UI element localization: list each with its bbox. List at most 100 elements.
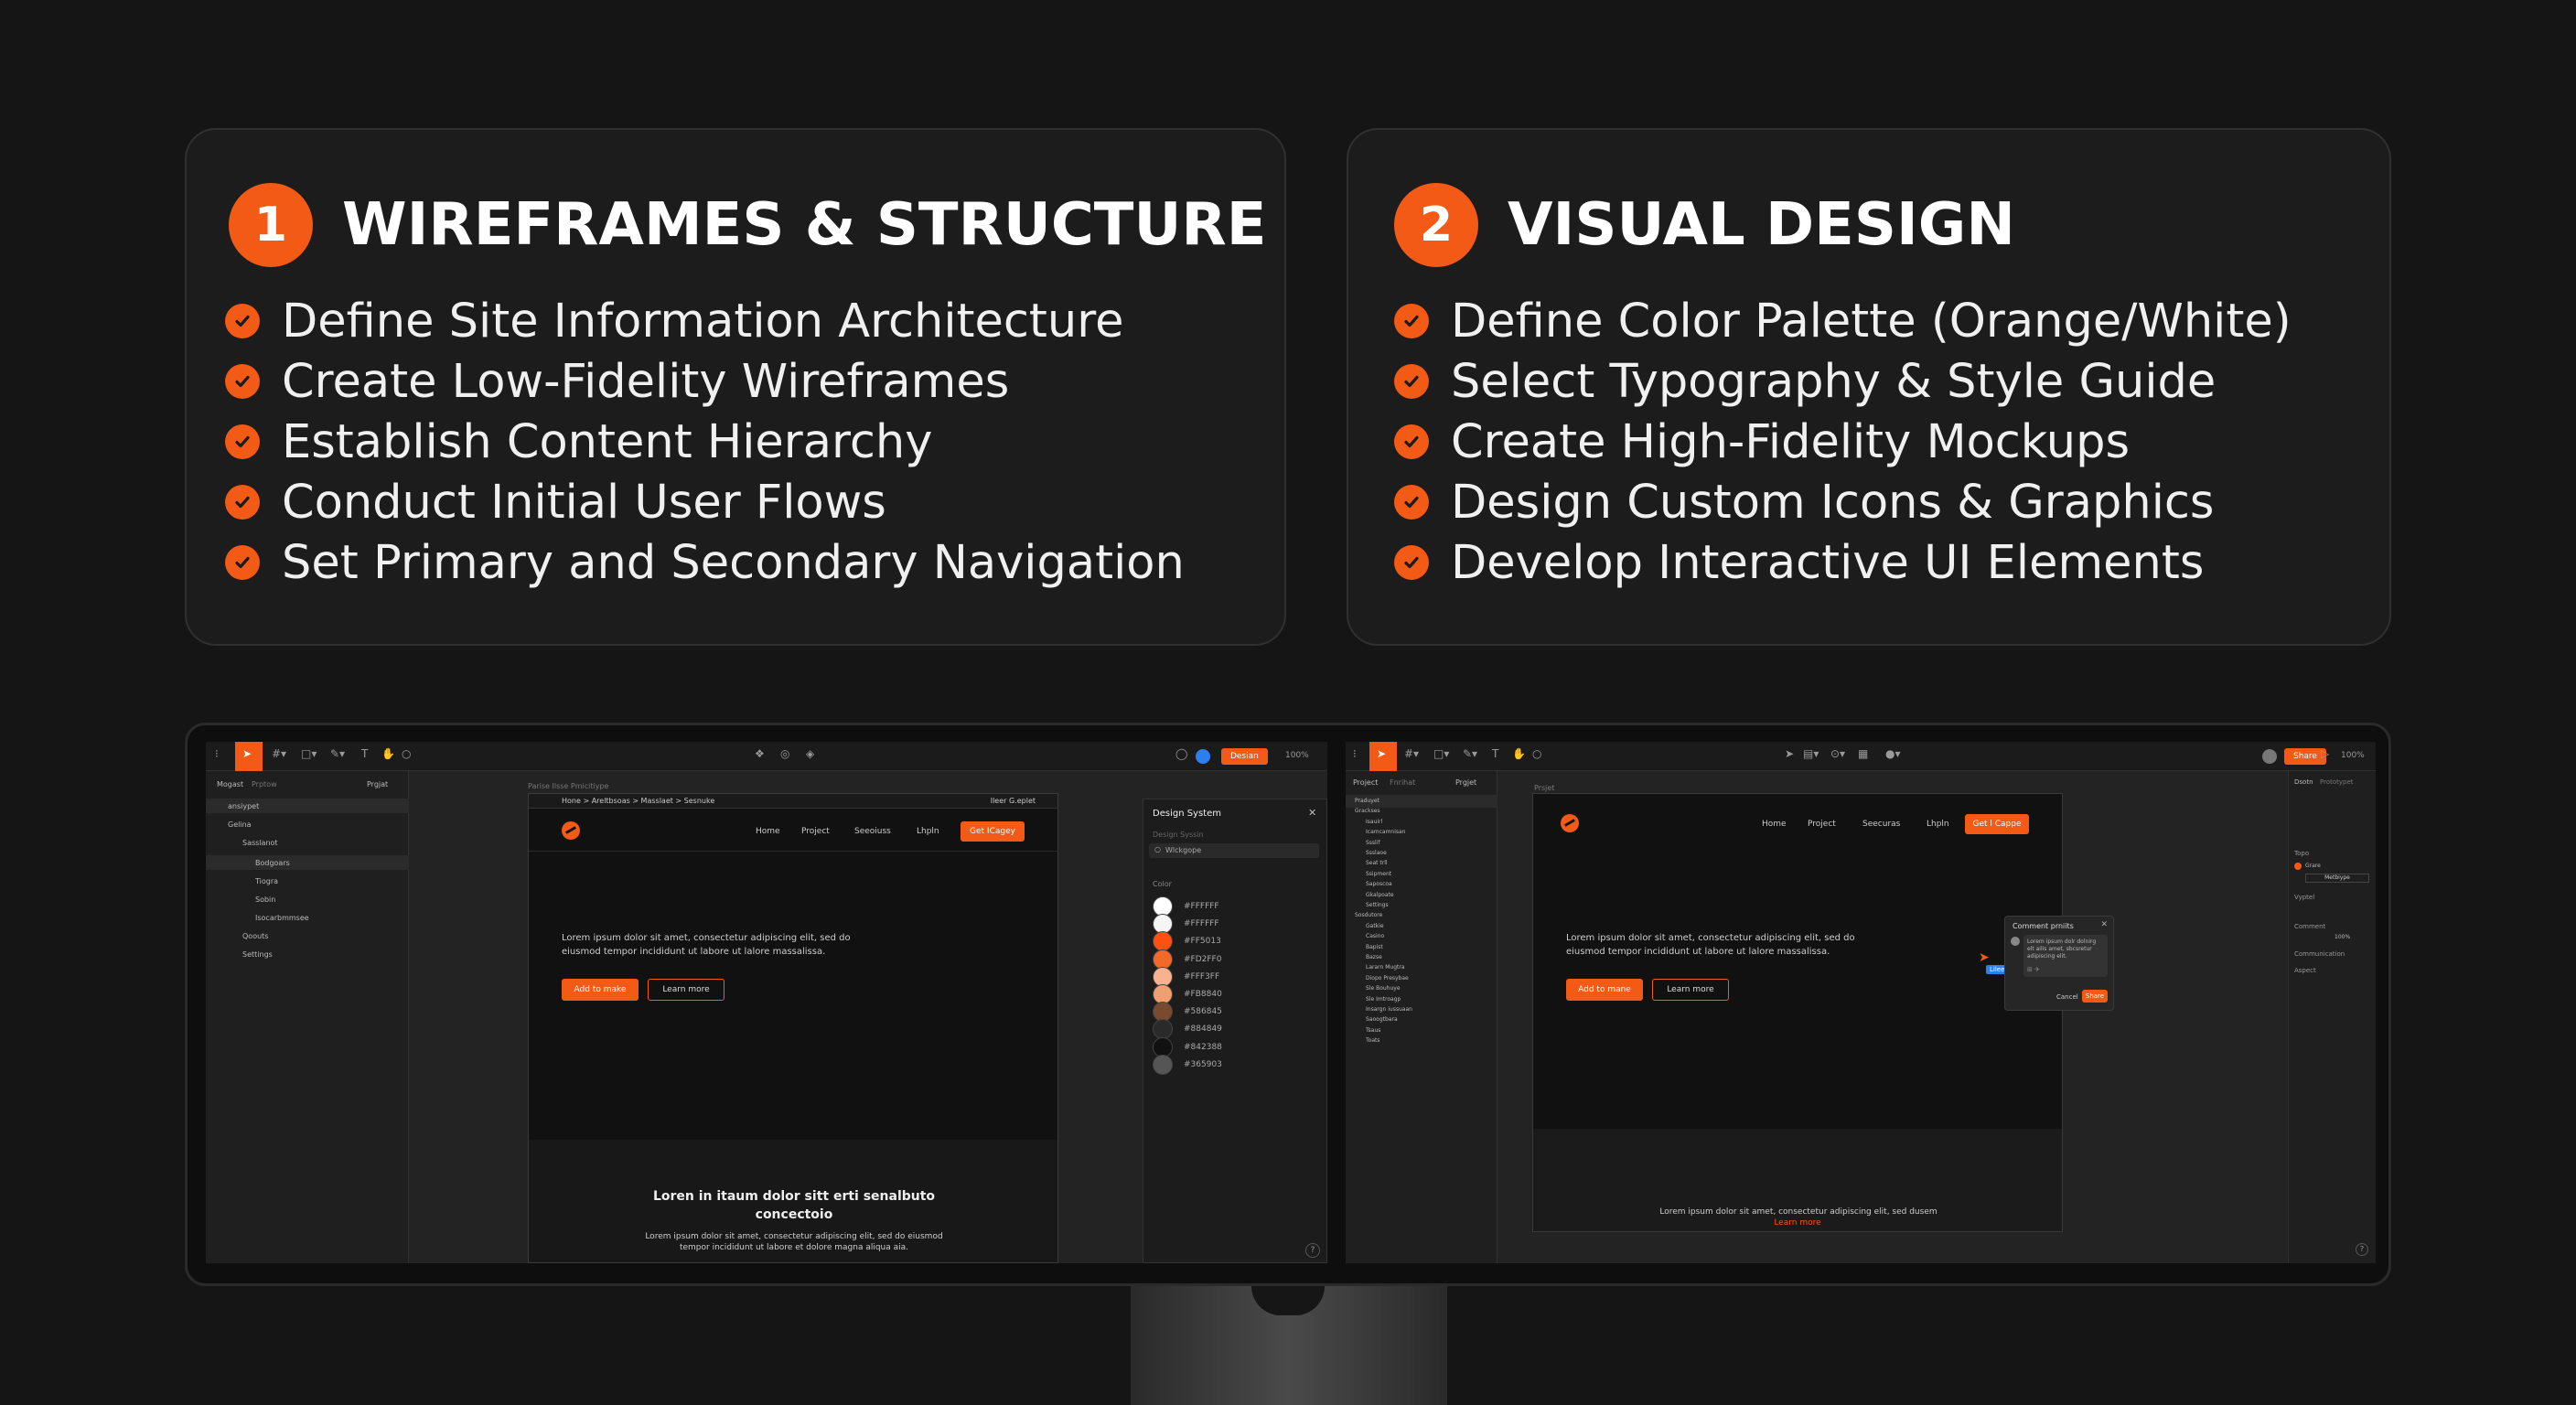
layer-item[interactable]: Ssslif [1366, 840, 1380, 846]
layer-item[interactable]: Isauirl [1366, 819, 1382, 825]
nav-login[interactable]: Lhpln [917, 827, 939, 836]
layer-item[interactable]: Sle Bouhuye [1366, 985, 1401, 992]
submit-comment-button[interactable]: Share [2082, 990, 2108, 1003]
layer-item[interactable]: Insargn iussuaan [1366, 1006, 1412, 1013]
page-select[interactable]: Prgjet [1455, 778, 1476, 787]
component-icon[interactable]: ❖ [755, 747, 765, 760]
zoom-level[interactable]: 100% [1285, 751, 1309, 760]
layer-item[interactable]: Casino [1366, 933, 1384, 939]
layer-item[interactable]: Tiogra [255, 877, 278, 885]
breadcrumb[interactable]: Hone > Areltbsoas > Masslaet > Sesnuke [562, 797, 714, 805]
layer-item[interactable]: Tsaus [1366, 1027, 1380, 1034]
shape-tool-icon[interactable]: □▾ [301, 747, 317, 760]
cta-button[interactable]: Get l Cappe [1965, 814, 2029, 834]
layer-item[interactable]: ansiypet [228, 802, 259, 810]
close-icon[interactable]: ✕ [1308, 807, 1316, 819]
layer-item[interactable]: Sobin [255, 896, 275, 904]
cancel-button[interactable]: Cancel [2056, 993, 2078, 1001]
help-icon[interactable]: ? [2356, 1243, 2368, 1256]
mockup-frame[interactable]: Home Project Seecuras Lhpln Get l Cappe … [1532, 793, 2063, 1232]
comment-tool-icon[interactable]: ○ [402, 747, 411, 760]
tab-pages[interactable]: Mogast [217, 780, 243, 788]
text-tool-icon[interactable]: T [361, 747, 368, 760]
attach-icon[interactable]: ⊞ ✈ [2027, 966, 2040, 973]
zoom-level[interactable]: 100% [2341, 751, 2365, 760]
layer-item[interactable]: Ssslaoe [1366, 850, 1387, 856]
layer-item[interactable]: Sosdutore [1355, 912, 1382, 918]
text-tool-icon[interactable]: T [1492, 747, 1498, 760]
breadcrumb-right[interactable]: Ileer G.eplet [991, 797, 1036, 805]
boolean-icon[interactable]: ◈ [806, 747, 814, 760]
layer-row-hover[interactable] [206, 855, 409, 870]
nav-home[interactable]: Home [1762, 820, 1787, 829]
avatar[interactable] [1196, 749, 1210, 764]
play-icon[interactable]: ▷ [2321, 747, 2329, 760]
menu-icon[interactable]: ⁝ [1353, 747, 1357, 760]
section-link[interactable]: Learn more [1533, 1218, 2062, 1228]
user-icon[interactable]: ●▾ [1885, 747, 1901, 760]
nav-services[interactable]: Seeoiuss [854, 827, 891, 836]
layer-item[interactable]: Sasslanot [242, 839, 278, 847]
tab-design[interactable]: Dsotn [2294, 778, 2313, 786]
frame-tool-icon[interactable]: #▾ [272, 747, 286, 760]
frame-icon[interactable]: ▤▾ [1803, 747, 1819, 760]
layer-item[interactable]: Diopo Presybae [1366, 975, 1409, 981]
layer-item[interactable]: Sle Imtroagp [1366, 996, 1401, 1003]
hand-tool-icon[interactable]: ✋ [381, 747, 395, 760]
layer-item[interactable]: Gatkie [1366, 923, 1384, 929]
layer-item[interactable]: Saposcoa [1366, 881, 1392, 887]
pointer-icon[interactable]: ➤ [1785, 747, 1794, 760]
hand-tool-icon[interactable]: ✋ [1512, 747, 1526, 760]
comment-tool-icon[interactable]: ○ [1532, 747, 1541, 760]
fill-swatch[interactable] [2294, 863, 2302, 870]
layer-item[interactable]: Isocarbmmsee [255, 914, 309, 922]
layer-item[interactable]: Qoouts [242, 932, 268, 940]
color-swatch-row[interactable]: #365903 [1153, 1054, 1222, 1075]
pen-tool-icon[interactable]: ✎▾ [330, 747, 345, 760]
share-button[interactable]: Desian [1221, 748, 1268, 765]
layer-item[interactable]: Gkalpoate [1366, 892, 1394, 898]
layer-item[interactable]: Bazse [1366, 954, 1382, 960]
cta-button[interactable]: Get ICagey [961, 821, 1025, 842]
layer-item[interactable]: Icamcamnisan [1366, 829, 1406, 835]
wireframe-frame[interactable]: Hone > Areltbsoas > Masslaet > Sesnuke I… [528, 793, 1058, 1263]
primary-button[interactable]: Add to make [562, 979, 639, 1001]
color-swatch[interactable] [1153, 1054, 1173, 1075]
layer-item[interactable]: Settings [1366, 902, 1389, 908]
layer-item[interactable]: Settings [242, 950, 273, 959]
pen-tool-icon[interactable]: ✎▾ [1463, 747, 1477, 760]
layer-item[interactable]: Bodgoars [255, 859, 290, 867]
layer-item[interactable]: Grackses [1355, 808, 1380, 814]
menu-icon[interactable]: ⁝ [215, 747, 219, 760]
avatar[interactable] [2262, 749, 2277, 764]
layer-item[interactable]: Gelina [228, 820, 252, 829]
layer-item[interactable]: Saoogtbara [1366, 1016, 1398, 1023]
nav-project[interactable]: Project [1808, 820, 1836, 829]
layer-item[interactable]: Toats [1366, 1037, 1379, 1044]
primary-button[interactable]: Add to mane [1566, 979, 1643, 1001]
layer-item[interactable]: Bapist [1366, 944, 1383, 950]
search-input[interactable]: ○ Wlckgope [1149, 843, 1319, 858]
nav-project[interactable]: Project [801, 827, 830, 836]
font-select[interactable]: Metbiype [2305, 874, 2369, 883]
frame-tool-icon[interactable]: #▾ [1404, 747, 1419, 760]
close-icon[interactable]: ✕ [2100, 920, 2108, 929]
nav-services[interactable]: Seecuras [1862, 820, 1900, 829]
chat-icon[interactable]: ◯ [1175, 747, 1187, 760]
shape-tool-icon[interactable]: □▾ [1433, 747, 1449, 760]
tab-prototype[interactable]: Prototypet [2320, 778, 2354, 786]
layer-item[interactable]: Ssipment [1366, 871, 1391, 877]
tab-prototype[interactable]: Fnrihat [1390, 778, 1415, 787]
link-icon[interactable]: ⊙▾ [1830, 747, 1845, 760]
tab-prototype[interactable]: Prptow [252, 780, 277, 788]
opacity-value[interactable]: 100% [2334, 934, 2350, 940]
help-icon[interactable]: ? [1305, 1243, 1320, 1258]
layer-item[interactable]: Seat trll [1366, 860, 1388, 866]
mask-icon[interactable]: ◎ [780, 747, 789, 760]
secondary-button[interactable]: Learn more [648, 979, 724, 1001]
secondary-button[interactable]: Learn more [1652, 979, 1729, 1001]
page-select[interactable]: Prgjat [367, 780, 388, 788]
layer-item[interactable]: Lararn Mugtra [1366, 964, 1405, 971]
grid-icon[interactable]: ▦ [1858, 747, 1868, 760]
nav-login[interactable]: Lhpln [1927, 820, 1949, 829]
